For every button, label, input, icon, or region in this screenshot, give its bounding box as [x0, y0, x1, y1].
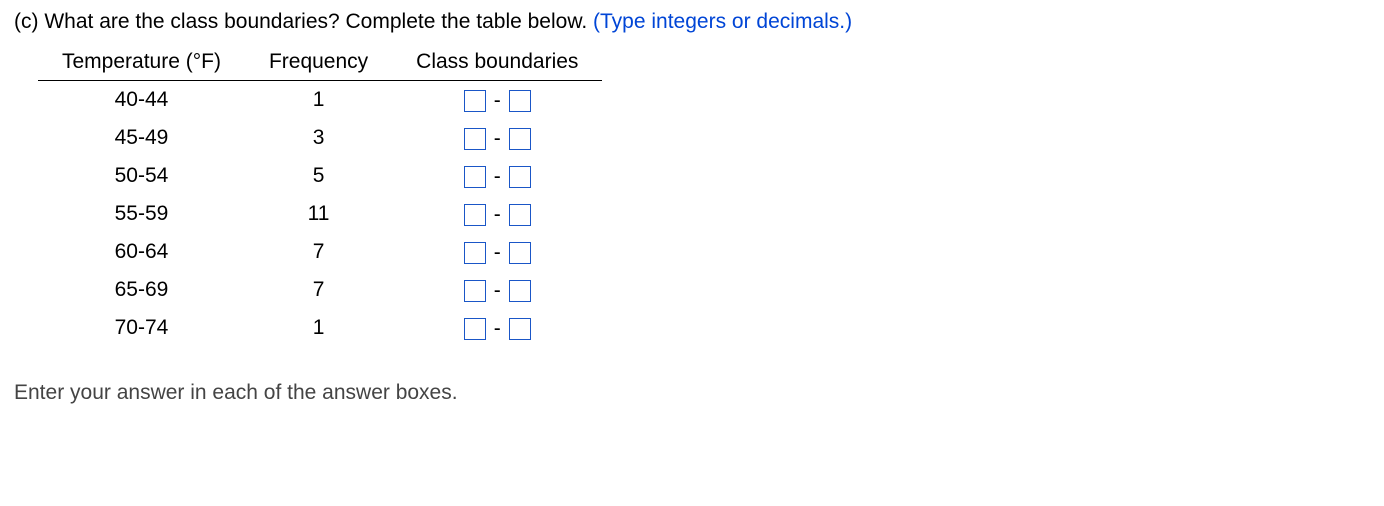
frequency-value: 7 — [245, 233, 392, 271]
table-row: 65-69 7 - — [38, 271, 602, 309]
table-row: 45-49 3 - — [38, 119, 602, 157]
boundary-high-input[interactable] — [509, 242, 531, 264]
frequency-value: 3 — [245, 119, 392, 157]
temperature-range: 65-69 — [38, 271, 245, 309]
dash-separator: - — [494, 127, 501, 151]
question-text: What are the class boundaries? Complete … — [44, 10, 587, 33]
boundary-high-input[interactable] — [509, 90, 531, 112]
temperature-range: 70-74 — [38, 309, 245, 347]
dash-separator: - — [494, 279, 501, 303]
boundary-high-input[interactable] — [509, 280, 531, 302]
part-label: (c) — [14, 10, 39, 33]
frequency-value: 7 — [245, 271, 392, 309]
boundary-low-input[interactable] — [464, 242, 486, 264]
boundary-low-input[interactable] — [464, 90, 486, 112]
boundary-low-input[interactable] — [464, 166, 486, 188]
boundary-high-input[interactable] — [509, 204, 531, 226]
boundary-low-input[interactable] — [464, 128, 486, 150]
dash-separator: - — [494, 241, 501, 265]
boundary-low-input[interactable] — [464, 318, 486, 340]
frequency-value: 11 — [245, 195, 392, 233]
dash-separator: - — [494, 203, 501, 227]
temperature-range: 40-44 — [38, 81, 245, 120]
frequency-value: 1 — [245, 309, 392, 347]
boundary-low-input[interactable] — [464, 204, 486, 226]
footer-instruction: Enter your answer in each of the answer … — [14, 381, 1370, 405]
frequency-value: 1 — [245, 81, 392, 120]
boundary-high-input[interactable] — [509, 318, 531, 340]
table-row: 70-74 1 - — [38, 309, 602, 347]
boundary-high-input[interactable] — [509, 166, 531, 188]
temperature-range: 45-49 — [38, 119, 245, 157]
boundary-high-input[interactable] — [509, 128, 531, 150]
table-row: 55-59 11 - — [38, 195, 602, 233]
temperature-range: 50-54 — [38, 157, 245, 195]
dash-separator: - — [494, 89, 501, 113]
frequency-value: 5 — [245, 157, 392, 195]
temperature-range: 55-59 — [38, 195, 245, 233]
temperature-range: 60-64 — [38, 233, 245, 271]
question-prompt: (c) What are the class boundaries? Compl… — [14, 10, 1370, 34]
table-row: 40-44 1 - — [38, 81, 602, 120]
table-row: 50-54 5 - — [38, 157, 602, 195]
col-header-boundaries: Class boundaries — [392, 46, 602, 81]
boundary-low-input[interactable] — [464, 280, 486, 302]
dash-separator: - — [494, 165, 501, 189]
table-row: 60-64 7 - — [38, 233, 602, 271]
col-header-frequency: Frequency — [245, 46, 392, 81]
input-hint: (Type integers or decimals.) — [593, 10, 852, 33]
dash-separator: - — [494, 317, 501, 341]
frequency-table: Temperature (°F) Frequency Class boundar… — [38, 46, 602, 347]
col-header-temperature: Temperature (°F) — [38, 46, 245, 81]
